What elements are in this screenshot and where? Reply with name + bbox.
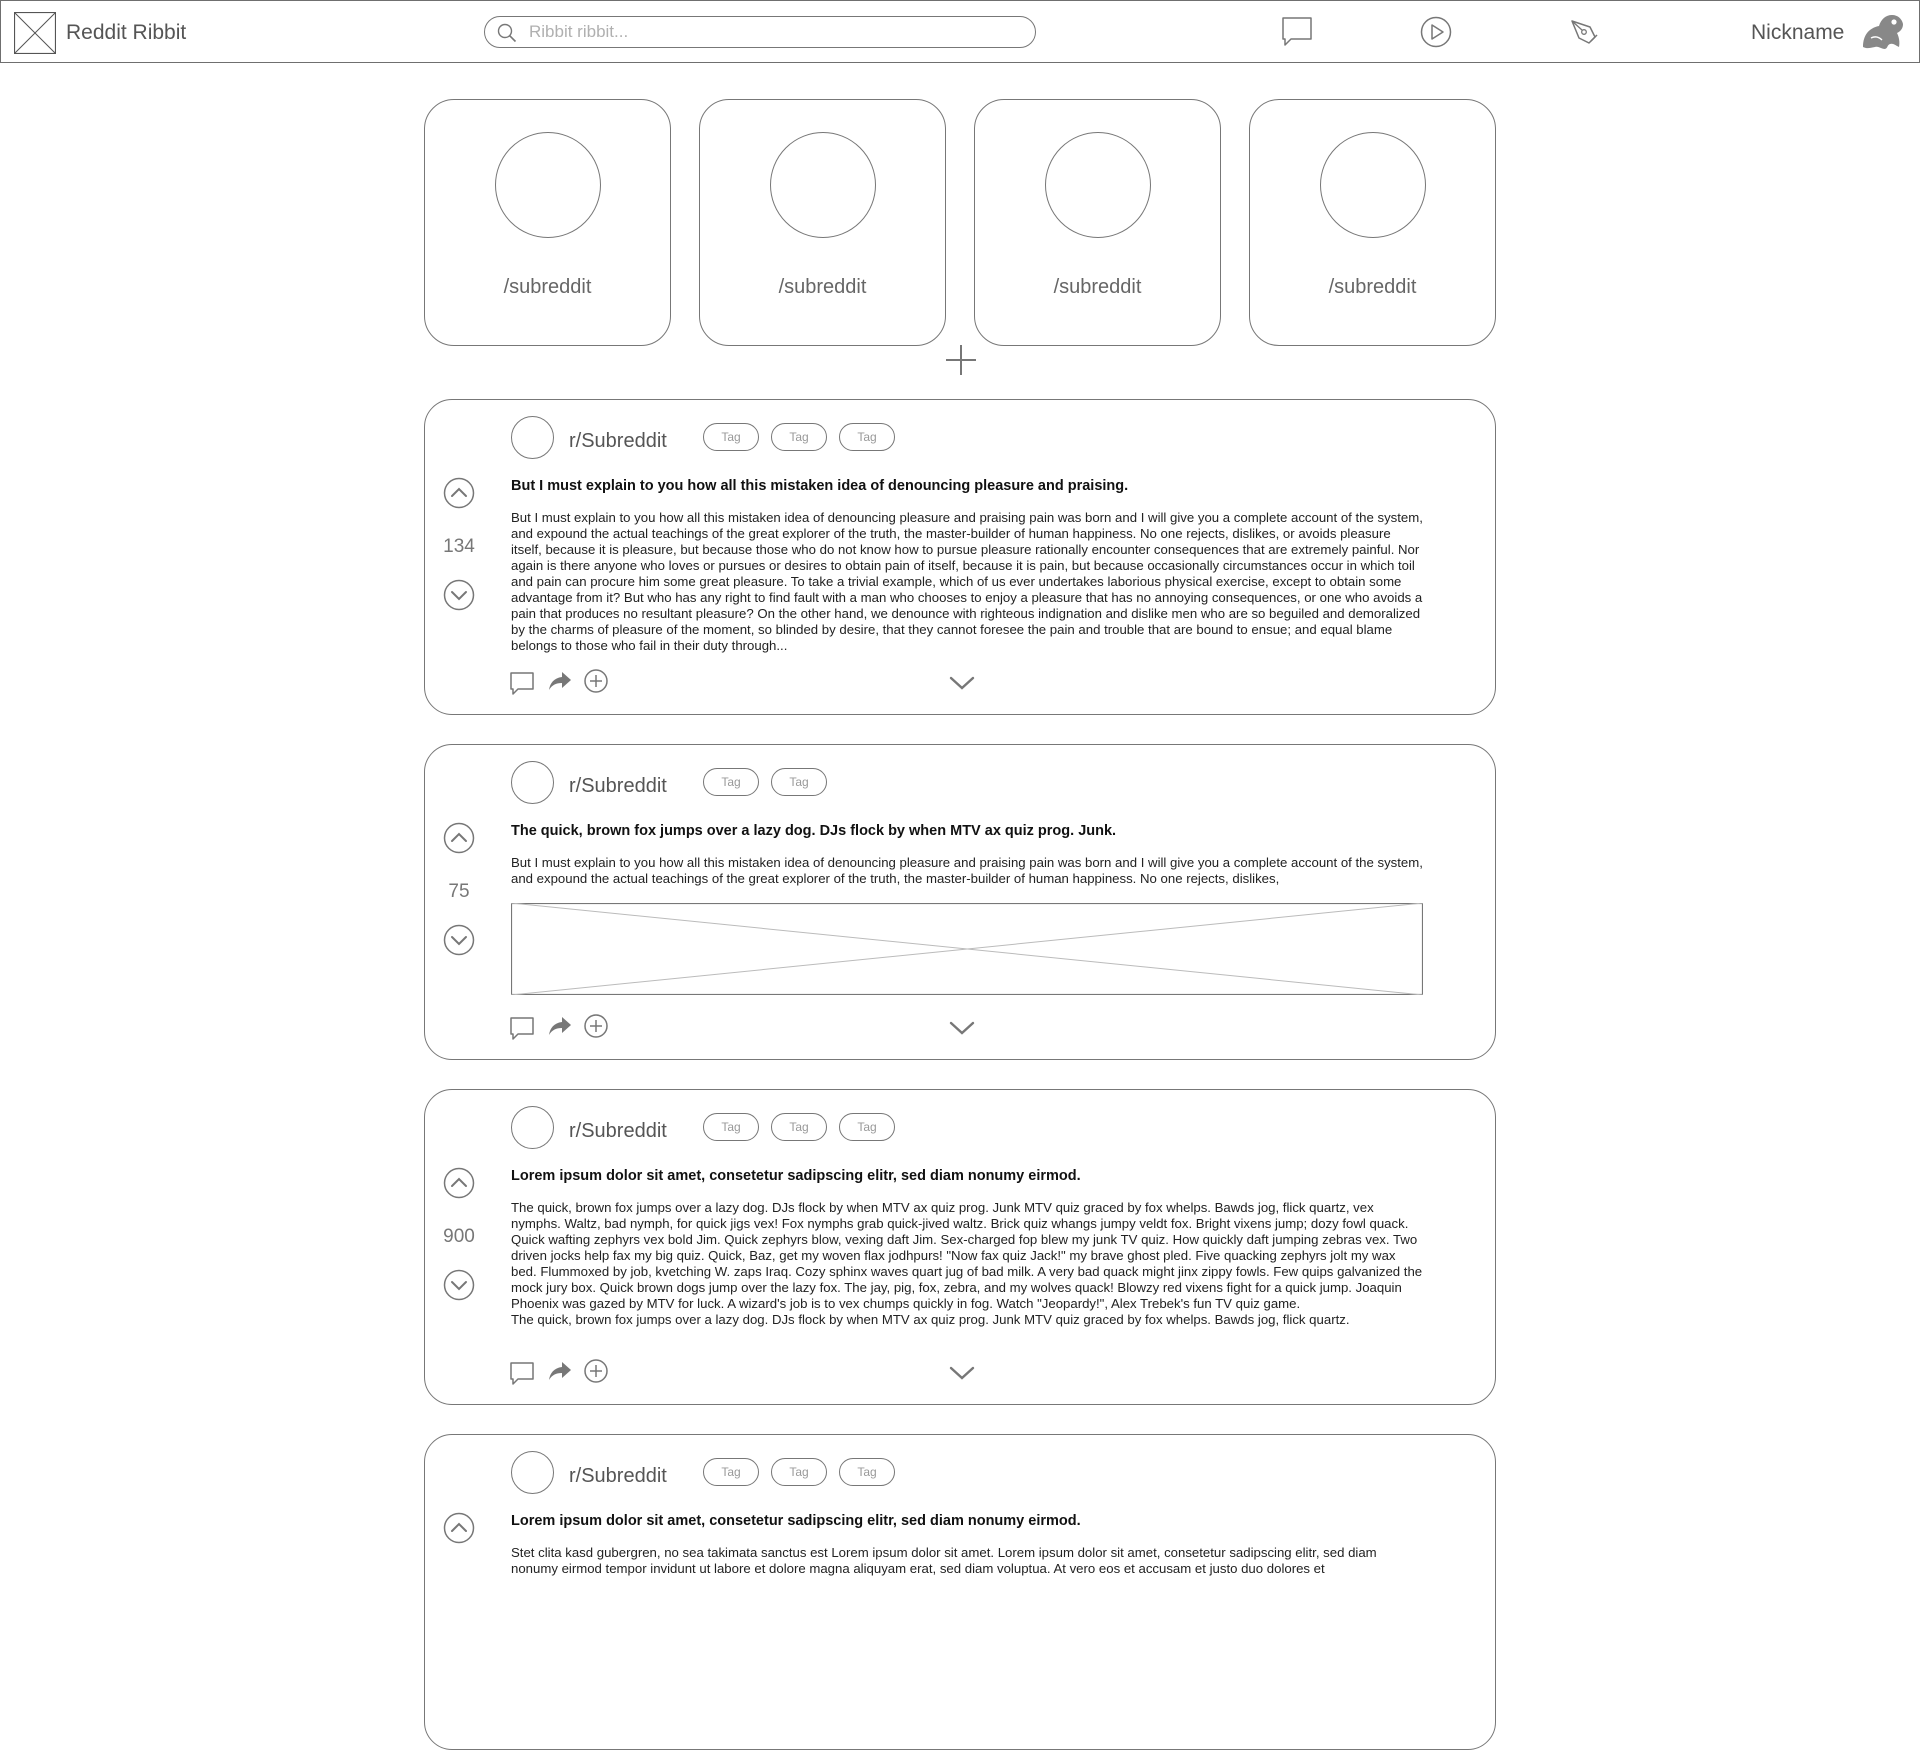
downvote-icon[interactable] — [443, 1269, 475, 1301]
post-tags: Tag Tag Tag — [703, 1113, 895, 1141]
subreddit-avatar[interactable] — [511, 1106, 554, 1149]
add-subreddit-plus-icon[interactable] — [944, 343, 978, 377]
tag-pill[interactable]: Tag — [703, 768, 759, 796]
subreddit-image — [1045, 132, 1151, 238]
subreddit-card-label: /subreddit — [1053, 276, 1142, 298]
expand-chevron-icon[interactable] — [947, 1015, 977, 1041]
create-post-pen-icon[interactable] — [1567, 15, 1601, 49]
vote-score: 75 — [448, 881, 470, 902]
tag-pill[interactable]: Tag — [771, 1458, 827, 1486]
upvote-icon[interactable] — [443, 1167, 475, 1199]
post-card[interactable]: r/Subreddit Tag Tag Tag Lorem ipsum dolo… — [424, 1434, 1496, 1750]
post-tags: Tag Tag Tag — [703, 1458, 895, 1486]
subreddit-card-label: /subreddit — [1328, 276, 1417, 298]
post-body: The quick, brown fox jumps over a lazy d… — [511, 1200, 1423, 1327]
downvote-icon[interactable] — [443, 579, 475, 611]
search-input[interactable] — [529, 20, 1009, 44]
tag-pill[interactable]: Tag — [703, 1113, 759, 1141]
save-plus-icon[interactable] — [583, 1358, 609, 1384]
post-image-placeholder[interactable] — [511, 903, 1423, 995]
upvote-icon[interactable] — [443, 1512, 475, 1544]
subreddit-avatar[interactable] — [511, 761, 554, 804]
tag-pill[interactable]: Tag — [839, 423, 895, 451]
comment-icon[interactable] — [509, 1360, 535, 1386]
post-body: Stet clita kasd gubergren, no sea takima… — [511, 1545, 1377, 1576]
subreddit-card-label: /subreddit — [778, 276, 867, 298]
comment-icon[interactable] — [509, 670, 535, 696]
subreddit-card[interactable]: /subreddit — [974, 99, 1221, 346]
share-icon[interactable] — [547, 1358, 573, 1384]
comment-icon[interactable] — [509, 1015, 535, 1041]
subreddit-card[interactable]: /subreddit — [699, 99, 946, 346]
user-nickname[interactable]: Nickname — [1751, 21, 1844, 45]
app-title[interactable]: Reddit Ribbit — [66, 21, 186, 45]
share-icon[interactable] — [547, 1013, 573, 1039]
vote-score: 900 — [443, 1226, 475, 1247]
post-tags: Tag Tag — [703, 768, 827, 796]
post-card[interactable]: r/Subreddit Tag Tag Tag 900 Lorem ipsum … — [424, 1089, 1496, 1405]
logo-placeholder-icon[interactable] — [14, 12, 56, 54]
vote-score: 134 — [443, 536, 475, 557]
post-title[interactable]: Lorem ipsum dolor sit amet, consetetur s… — [511, 1168, 1411, 1184]
subreddit-card[interactable]: /subreddit — [424, 99, 671, 346]
subreddit-avatar[interactable] — [511, 416, 554, 459]
post-subreddit-name[interactable]: r/Subreddit — [569, 1120, 667, 1143]
expand-chevron-icon[interactable] — [947, 670, 977, 696]
tag-pill[interactable]: Tag — [839, 1113, 895, 1141]
post-title[interactable]: Lorem ipsum dolor sit amet, consetetur s… — [511, 1513, 1411, 1529]
frog-avatar-icon[interactable] — [1859, 11, 1905, 51]
subreddit-image — [495, 132, 601, 238]
subreddit-card-label: /subreddit — [503, 276, 592, 298]
play-icon[interactable] — [1419, 15, 1453, 49]
save-plus-icon[interactable] — [583, 668, 609, 694]
top-bar: Reddit Ribbit Nickname — [0, 0, 1920, 63]
save-plus-icon[interactable] — [583, 1013, 609, 1039]
post-card[interactable]: r/Subreddit Tag Tag Tag 134 But I must e… — [424, 399, 1496, 715]
post-subreddit-name[interactable]: r/Subreddit — [569, 1465, 667, 1488]
post-subreddit-name[interactable]: r/Subreddit — [569, 775, 667, 798]
post-body: But I must explain to you how all this m… — [511, 510, 1423, 653]
subreddit-avatar[interactable] — [511, 1451, 554, 1494]
upvote-icon[interactable] — [443, 477, 475, 509]
tag-pill[interactable]: Tag — [771, 768, 827, 796]
downvote-icon[interactable] — [443, 924, 475, 956]
post-card[interactable]: r/Subreddit Tag Tag 75 The quick, brown … — [424, 744, 1496, 1060]
expand-chevron-icon[interactable] — [947, 1360, 977, 1386]
subreddit-image — [770, 132, 876, 238]
tag-pill[interactable]: Tag — [839, 1458, 895, 1486]
tag-pill[interactable]: Tag — [771, 1113, 827, 1141]
tag-pill[interactable]: Tag — [771, 423, 827, 451]
post-tags: Tag Tag Tag — [703, 423, 895, 451]
post-body: But I must explain to you how all this m… — [511, 855, 1423, 886]
post-title[interactable]: The quick, brown fox jumps over a lazy d… — [511, 823, 1411, 839]
share-icon[interactable] — [547, 668, 573, 694]
search-bar[interactable] — [484, 16, 1036, 48]
post-subreddit-name[interactable]: r/Subreddit — [569, 430, 667, 453]
tag-pill[interactable]: Tag — [703, 1458, 759, 1486]
subreddit-image — [1320, 132, 1426, 238]
upvote-icon[interactable] — [443, 822, 475, 854]
chat-icon[interactable] — [1280, 15, 1314, 49]
search-icon — [497, 23, 517, 43]
post-title[interactable]: But I must explain to you how all this m… — [511, 478, 1411, 494]
subreddit-card[interactable]: /subreddit — [1249, 99, 1496, 346]
tag-pill[interactable]: Tag — [703, 423, 759, 451]
